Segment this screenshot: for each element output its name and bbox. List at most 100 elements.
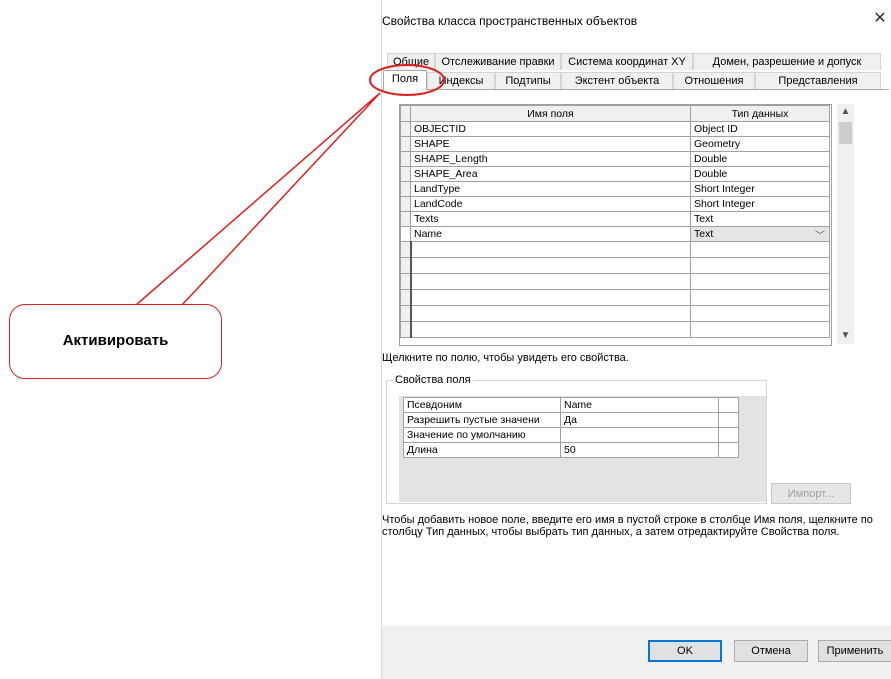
field-name-cell[interactable] xyxy=(410,257,691,274)
empty-table-row[interactable] xyxy=(400,321,830,338)
data-type-value: Object ID xyxy=(694,123,738,135)
table-row[interactable]: Name Text ﹀ xyxy=(400,226,830,242)
tab-representations[interactable]: Представления xyxy=(755,72,881,89)
table-row[interactable]: OBJECTID Object ID xyxy=(400,121,830,137)
row-selector[interactable] xyxy=(400,136,411,152)
property-value[interactable]: Да xyxy=(560,412,719,428)
empty-table-row[interactable] xyxy=(400,289,830,306)
field-name-cell[interactable] xyxy=(410,289,691,306)
tab-general[interactable]: Общие xyxy=(387,53,435,70)
empty-table-row[interactable] xyxy=(400,257,830,274)
scroll-thumb[interactable] xyxy=(839,122,852,144)
tab-indexes[interactable]: Индексы xyxy=(427,72,495,89)
field-name-cell[interactable] xyxy=(410,273,691,290)
field-name-cell[interactable]: LandCode xyxy=(410,196,691,212)
dialog-footer xyxy=(382,626,891,679)
table-row[interactable]: Texts Text xyxy=(400,211,830,227)
row-selector[interactable] xyxy=(400,196,411,212)
field-name-cell[interactable]: SHAPE_Area xyxy=(410,166,691,182)
empty-table-row[interactable] xyxy=(400,241,830,258)
cancel-button[interactable]: Отмена xyxy=(734,640,808,662)
data-type-cell[interactable] xyxy=(690,257,830,274)
tab-domain-resolution-tolerance[interactable]: Домен, разрешение и допуск xyxy=(693,53,881,70)
property-extra-cell[interactable] xyxy=(718,397,739,413)
property-value[interactable] xyxy=(560,427,719,443)
data-type-cell[interactable]: Short Integer xyxy=(690,181,830,197)
import-button[interactable]: Импорт... xyxy=(771,483,851,504)
scroll-down-icon[interactable]: ▼ xyxy=(837,328,854,344)
field-name-cell[interactable] xyxy=(410,241,691,258)
property-row[interactable]: Значение по умолчанию xyxy=(403,427,739,443)
data-type-cell[interactable] xyxy=(690,241,830,258)
tab-xy-coordinate-system[interactable]: Система координат XY xyxy=(561,53,693,70)
field-name-cell[interactable]: SHAPE xyxy=(410,136,691,152)
row-selector[interactable] xyxy=(400,226,411,242)
field-properties-table[interactable]: Псевдоним Name Разрешить пустые значени Да З… xyxy=(403,397,739,458)
row-selector[interactable] xyxy=(400,257,412,274)
empty-table-row[interactable] xyxy=(400,305,830,322)
data-type-value: Geometry xyxy=(694,138,741,150)
row-selector[interactable] xyxy=(400,121,411,137)
data-type-cell[interactable]: Object ID xyxy=(690,121,830,137)
fields-grid[interactable]: Имя поля Тип данных OBJECTID Object ID SHA… xyxy=(399,104,832,346)
row-selector[interactable] xyxy=(400,289,412,306)
chevron-down-icon[interactable]: ﹀ xyxy=(815,228,825,241)
empty-table-row[interactable] xyxy=(400,273,830,290)
property-extra-cell[interactable] xyxy=(718,427,739,443)
add-field-hint: Чтобы добавить новое поле, введите его и… xyxy=(382,514,873,538)
property-value[interactable]: Name xyxy=(560,397,719,413)
data-type-cell[interactable]: Geometry xyxy=(690,136,830,152)
data-type-cell[interactable]: Double xyxy=(690,151,830,167)
row-selector[interactable] xyxy=(400,151,411,167)
field-name-cell[interactable]: OBJECTID xyxy=(410,121,691,137)
fields-grid-scrollbar[interactable]: ▲ ▼ xyxy=(837,104,854,344)
table-row[interactable]: LandCode Short Integer xyxy=(400,196,830,212)
tab-fields[interactable]: Поля xyxy=(383,70,427,90)
close-icon[interactable]: ✕ xyxy=(869,8,891,30)
tab-editor-tracking[interactable]: Отслеживание правки xyxy=(435,53,561,70)
row-selector[interactable] xyxy=(400,273,412,290)
tab-relationships[interactable]: Отношения xyxy=(673,72,755,89)
data-type-cell[interactable] xyxy=(690,289,830,306)
property-label: Псевдоним xyxy=(403,397,561,413)
data-type-cell[interactable]: Text xyxy=(690,211,830,227)
property-row[interactable]: Длина 50 xyxy=(403,442,739,458)
property-row[interactable]: Разрешить пустые значени Да xyxy=(403,412,739,428)
table-row[interactable]: SHAPE_Area Double xyxy=(400,166,830,182)
field-name-cell[interactable] xyxy=(410,305,691,322)
column-header-field-name[interactable]: Имя поля xyxy=(410,105,691,122)
data-type-cell[interactable]: Double xyxy=(690,166,830,182)
apply-button[interactable]: Применить xyxy=(818,640,891,662)
row-selector[interactable] xyxy=(400,181,411,197)
row-selector[interactable] xyxy=(400,211,411,227)
tab-subtypes[interactable]: Подтипы xyxy=(495,72,561,89)
table-row[interactable]: SHAPE_Length Double xyxy=(400,151,830,167)
table-row[interactable]: SHAPE Geometry xyxy=(400,136,830,152)
data-type-cell[interactable] xyxy=(690,273,830,290)
field-name-cell[interactable]: Texts xyxy=(410,211,691,227)
title-bar: Свойства класса пространственных объекто… xyxy=(382,0,891,34)
tab-feature-extent[interactable]: Экстент объекта xyxy=(561,72,673,89)
data-type-cell[interactable] xyxy=(690,305,830,322)
data-type-cell[interactable] xyxy=(690,321,830,338)
row-selector[interactable] xyxy=(400,241,412,258)
row-selector[interactable] xyxy=(400,305,412,322)
property-extra-cell[interactable] xyxy=(718,442,739,458)
row-selector[interactable] xyxy=(400,166,411,182)
ok-button[interactable]: OK xyxy=(648,640,722,662)
field-name-cell[interactable]: SHAPE_Length xyxy=(410,151,691,167)
property-value[interactable]: 50 xyxy=(560,442,719,458)
data-type-cell[interactable]: Text ﹀ xyxy=(690,226,830,242)
field-name-cell[interactable]: Name xyxy=(410,226,691,242)
annotation-callout: Активировать xyxy=(9,304,222,379)
data-type-value: Text xyxy=(694,228,714,240)
table-row[interactable]: LandType Short Integer xyxy=(400,181,830,197)
field-name-cell[interactable] xyxy=(410,321,691,338)
scroll-up-icon[interactable]: ▲ xyxy=(837,104,854,120)
column-header-data-type[interactable]: Тип данных xyxy=(690,105,830,122)
property-extra-cell[interactable] xyxy=(718,412,739,428)
data-type-cell[interactable]: Short Integer xyxy=(690,196,830,212)
property-row[interactable]: Псевдоним Name xyxy=(403,397,739,413)
row-selector[interactable] xyxy=(400,321,412,338)
field-name-cell[interactable]: LandType xyxy=(410,181,691,197)
